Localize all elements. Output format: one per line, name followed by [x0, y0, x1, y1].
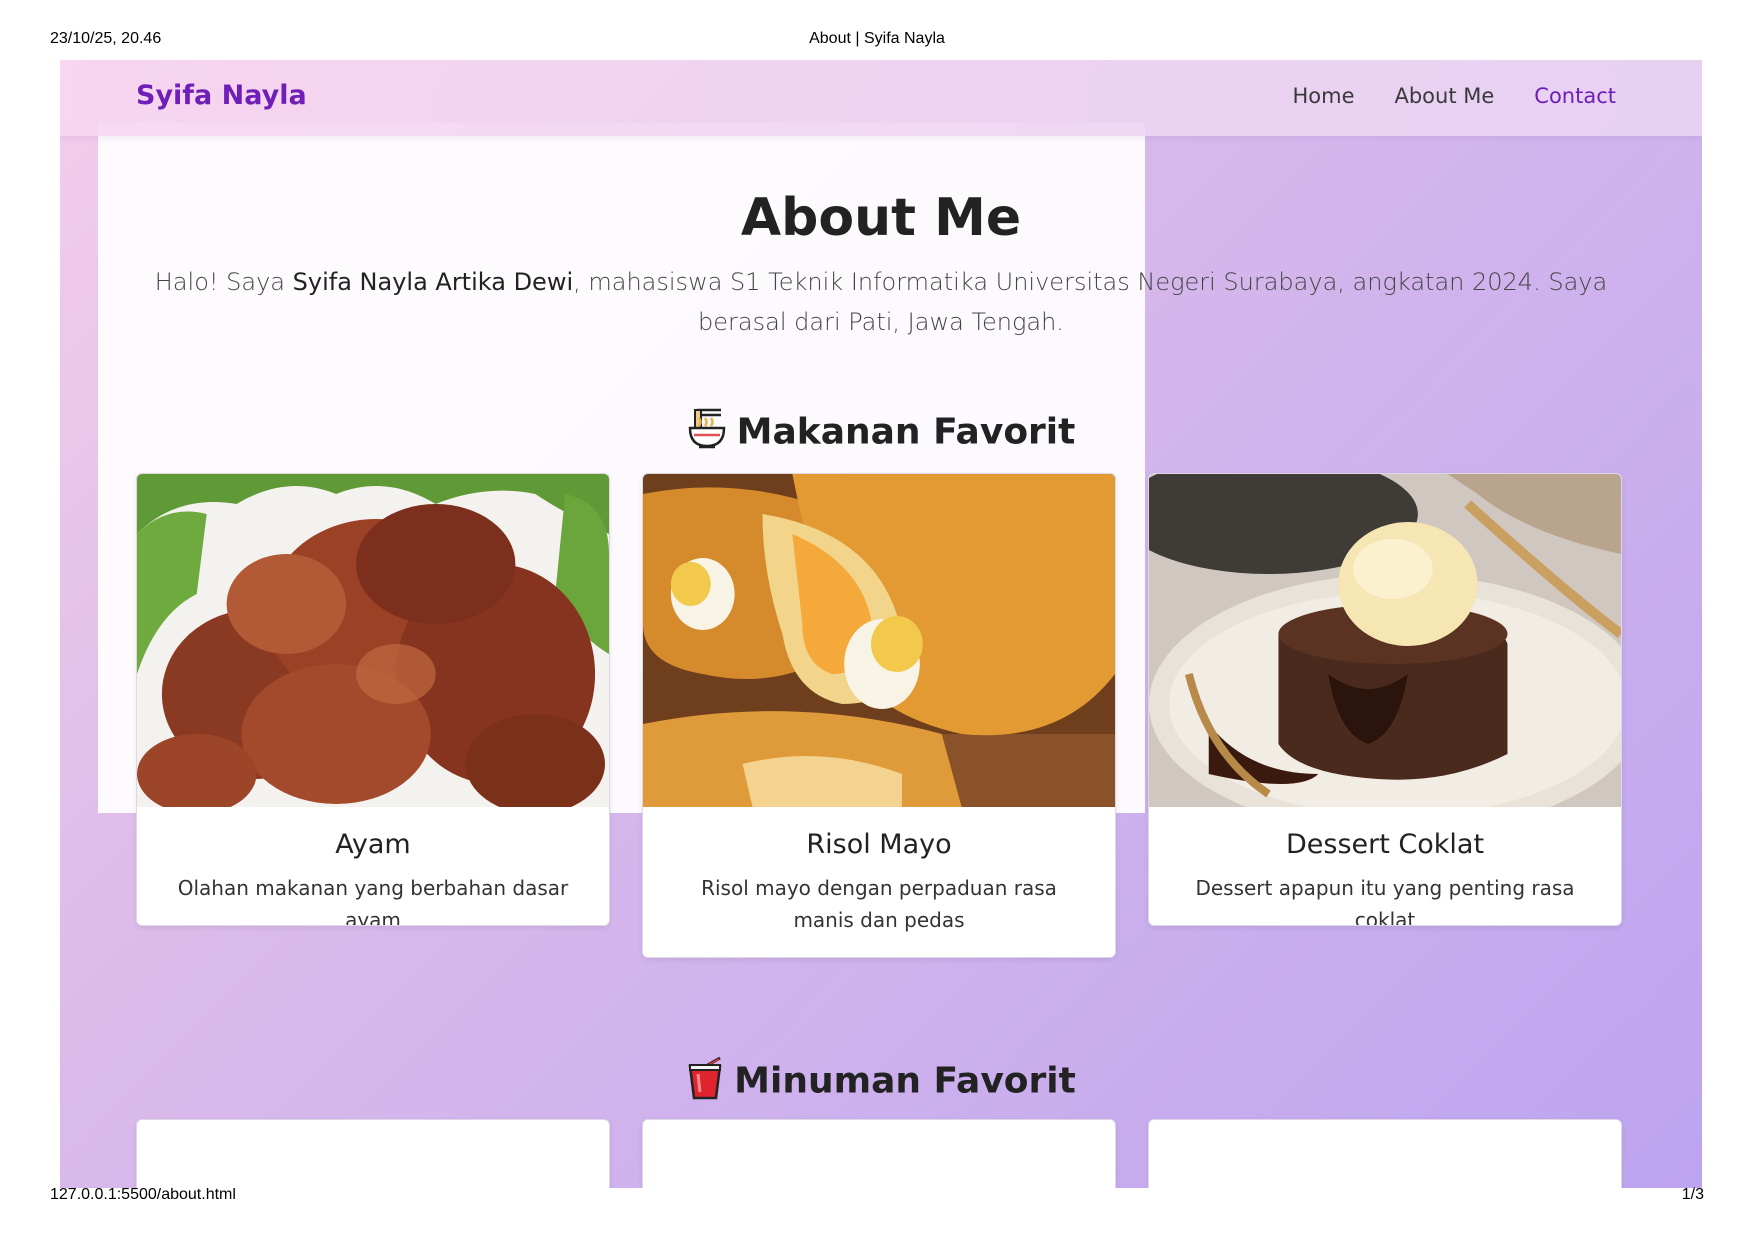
card-name: Ayam	[335, 829, 411, 860]
drink-card	[642, 1119, 1116, 1188]
nav-link-contact[interactable]: Contact	[1534, 84, 1616, 108]
card-name: Dessert Coklat	[1285, 829, 1485, 860]
nav-links: Home About Me Contact	[1292, 84, 1616, 108]
intro-before: Halo! Saya	[154, 268, 293, 296]
food-card-risol-mayo: Risol Mayo Risol mayo dengan perpaduan r…	[642, 473, 1116, 958]
drink-section-title: Minuman Favorit	[60, 1056, 1702, 1109]
food-section-title: Makanan Favorit	[60, 408, 1702, 459]
card-desc: Olahan makanan yang berbahan dasar ayam	[177, 876, 569, 926]
print-url: 127.0.0.1:5500/about.html	[50, 1186, 236, 1203]
drink-card	[1148, 1119, 1622, 1188]
intro-text: Halo! Saya Syifa Nayla Artika Dewi, maha…	[140, 262, 1622, 342]
page-title: About Me	[740, 188, 1022, 248]
chocolate-lava-cake-photo	[1149, 474, 1621, 807]
print-header: 23/10/25, 20.46 About | Syifa Nayla	[50, 30, 1704, 50]
print-doc-title: About | Syifa Nayla	[809, 30, 945, 47]
fried-chicken-photo	[137, 474, 609, 807]
print-page-number: 1/3	[1681, 1186, 1704, 1203]
brand-logo[interactable]: Syifa Nayla	[136, 80, 307, 111]
nav-link-home[interactable]: Home	[1292, 84, 1354, 108]
drink-section-label: Minuman Favorit	[734, 1060, 1076, 1102]
intro-after: , mahasiswa S1 Teknik Informatika Univer…	[573, 268, 1608, 336]
food-section-label: Makanan Favorit	[736, 411, 1076, 453]
noodle-bowl-icon	[687, 408, 727, 459]
nav-link-about[interactable]: About Me	[1394, 84, 1494, 108]
intro-name: Syifa Nayla Artika Dewi	[292, 268, 574, 296]
main-content: About Me Halo! Saya Syifa Nayla Artika D…	[60, 60, 1702, 1188]
navbar: Syifa Nayla Home About Me Contact	[60, 60, 1702, 136]
risol-mayo-photo	[643, 474, 1115, 807]
food-card-ayam: Ayam Olahan makanan yang berbahan dasar …	[136, 473, 610, 926]
print-footer: 127.0.0.1:5500/about.html 1/3	[50, 1186, 1704, 1206]
cup-with-straw-icon	[686, 1056, 724, 1109]
food-card-dessert-coklat: Dessert Coklat Dessert apapun itu yang p…	[1148, 473, 1622, 926]
page-area: Syifa Nayla Home About Me Contact About …	[60, 60, 1702, 1188]
card-desc: Risol mayo dengan perpaduan rasa manis d…	[701, 876, 1057, 932]
card-desc: Dessert apapun itu yang penting rasa cok…	[1195, 876, 1575, 926]
drink-card	[136, 1119, 610, 1188]
card-name: Risol Mayo	[806, 829, 952, 860]
